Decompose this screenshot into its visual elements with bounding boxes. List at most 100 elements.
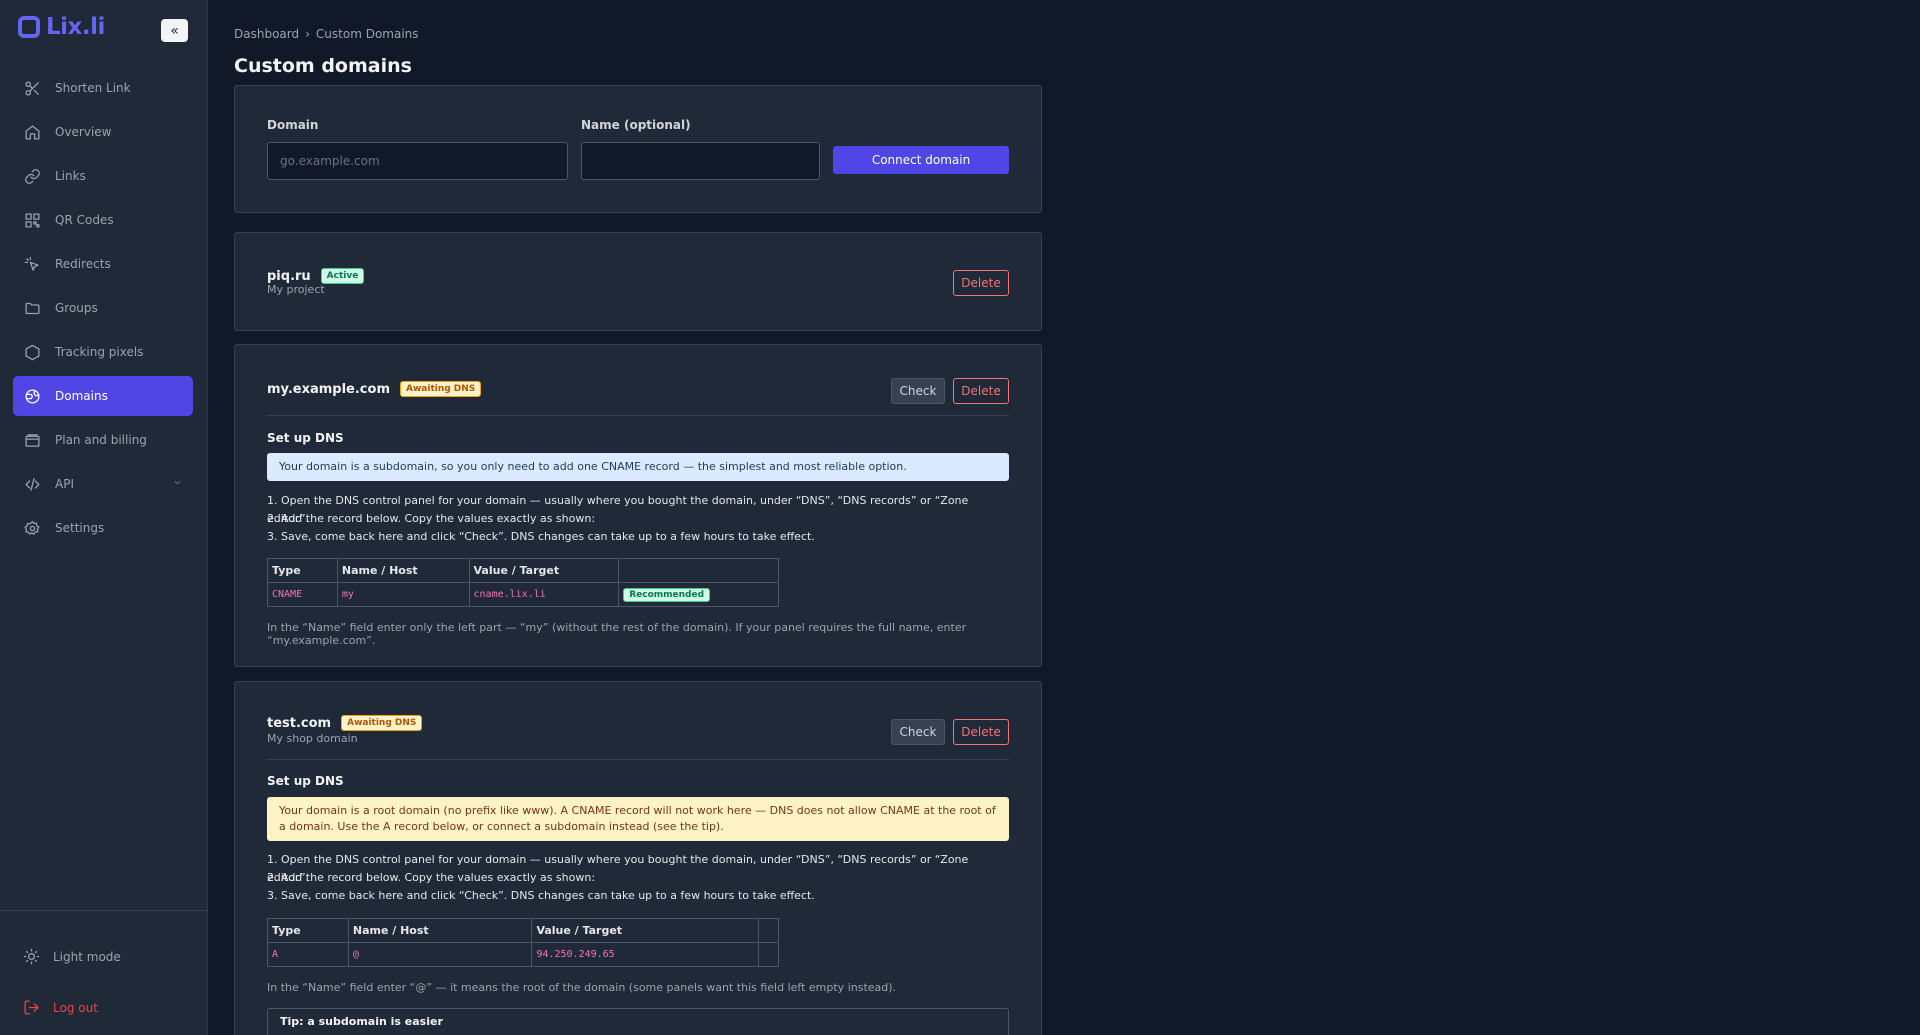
setup-step: 2. Add the record below. Copy the values… [267, 871, 596, 884]
light-mode-label: Light mode [53, 949, 121, 964]
column-header: Type [267, 918, 349, 943]
wallet-icon [23, 431, 41, 449]
qr-code-icon [23, 211, 41, 229]
domain-name: my.example.com [267, 382, 390, 397]
sidebar-item-label: Domains [55, 389, 108, 403]
domain-description: My shop domain [267, 732, 358, 745]
setup-steps: 1. Open the DNS control panel for your d… [267, 492, 1009, 546]
domain-card: piq.ru Active My project Delete [234, 232, 1042, 331]
dns-records-table: Type Name / Host Value / Target A @ 94.2… [267, 918, 779, 967]
column-header [618, 558, 779, 583]
host-note: In the “Name” field enter only the left … [267, 621, 967, 647]
sidebar-item-links[interactable]: Links [13, 156, 193, 196]
recommended-badge: Recommended [623, 587, 711, 602]
column-header: Name / Host [336, 558, 470, 583]
scissors-icon [23, 79, 41, 97]
setup-step: 2. Add the record below. Copy the values… [267, 512, 596, 525]
record-value[interactable]: cname.lix.li [468, 582, 620, 607]
sidebar-item-label: Groups [55, 301, 98, 315]
sidebar-item-plan-billing[interactable]: Plan and billing [13, 420, 193, 460]
root-domain-warning: Your domain is a root domain (no prefix … [267, 797, 1009, 841]
home-icon [23, 123, 41, 141]
sidebar-item-api[interactable]: API [13, 464, 193, 504]
table-row: A @ 94.250.249.65 [267, 942, 779, 967]
logout-label: Log out [53, 1000, 98, 1015]
domain-name-row: my.example.com Awaiting DNS [267, 381, 482, 397]
name-input[interactable] [581, 142, 820, 180]
record-type[interactable]: A [267, 942, 349, 967]
code-icon [23, 475, 41, 493]
sidebar-item-label: Redirects [55, 257, 111, 271]
tip-title: Tip: a subdomain is easier [280, 1015, 443, 1028]
domain-name: test.com [267, 716, 332, 731]
sidebar-item-tracking-pixels[interactable]: Tracking pixels [13, 332, 193, 372]
delete-button[interactable]: Delete [953, 270, 1009, 296]
hexagon-icon [23, 343, 41, 361]
brand-logo[interactable]: Lix.li [18, 14, 105, 40]
logo-mark-icon [18, 16, 40, 38]
connect-domain-button[interactable]: Connect domain [833, 146, 1009, 174]
connect-domain-form: Domain Name (optional) Connect domain [234, 85, 1042, 213]
sidebar-item-label: Links [55, 169, 86, 183]
light-mode-toggle[interactable]: Light mode [23, 948, 121, 965]
logout-button[interactable]: Log out [23, 999, 98, 1016]
breadcrumb-root[interactable]: Dashboard [234, 27, 299, 41]
column-header: Value / Target [468, 558, 620, 583]
record-type[interactable]: CNAME [267, 582, 338, 607]
status-badge: Awaiting DNS [400, 381, 482, 397]
sidebar-item-settings[interactable]: Settings [13, 508, 193, 548]
record-value[interactable]: 94.250.249.65 [531, 942, 760, 967]
sidebar-item-groups[interactable]: Groups [13, 288, 193, 328]
setup-step: 1. Open the DNS control panel for your d… [267, 853, 969, 884]
sidebar-nav: Shorten Link Overview Links QR Codes Red… [13, 68, 193, 552]
logout-icon [24, 1000, 39, 1015]
column-header: Value / Target [531, 918, 760, 943]
sidebar-item-shorten-link[interactable]: Shorten Link [13, 68, 193, 108]
brand-name: Lix.li [46, 14, 105, 40]
domain-input[interactable] [267, 142, 568, 180]
cursor-click-icon [23, 255, 41, 273]
column-header: Type [267, 558, 338, 583]
breadcrumb-separator: › [305, 27, 310, 41]
table-header-row: Type Name / Host Value / Target [267, 558, 779, 583]
domain-name: piq.ru [267, 269, 311, 284]
check-button[interactable]: Check [891, 719, 945, 745]
sidebar-item-label: Settings [55, 521, 105, 535]
subdomain-tip: Tip: a subdomain is easier [267, 1008, 1009, 1035]
gear-icon [23, 519, 41, 537]
sun-icon [23, 948, 40, 965]
check-button[interactable]: Check [891, 378, 945, 404]
domain-field-label: Domain [267, 118, 319, 132]
domain-name-row: test.com Awaiting DNS [267, 715, 423, 731]
delete-button[interactable]: Delete [953, 719, 1009, 745]
setup-steps: 1. Open the DNS control panel for your d… [267, 851, 1009, 905]
sidebar-item-label: Tracking pixels [55, 345, 144, 359]
sidebar-item-domains[interactable]: Domains [13, 376, 193, 416]
sidebar-item-redirects[interactable]: Redirects [13, 244, 193, 284]
domain-description: My project [267, 283, 325, 296]
divider [267, 415, 1009, 416]
setup-step: 3. Save, come back here and click “Check… [267, 530, 815, 543]
collapse-sidebar-button[interactable]: « [161, 19, 188, 42]
record-badge-cell: Recommended [618, 582, 779, 607]
record-host[interactable]: my [336, 582, 470, 607]
sidebar-footer: Light mode Log out [0, 910, 208, 1015]
record-host[interactable]: @ [347, 942, 533, 967]
column-header [758, 918, 779, 943]
column-header: Name / Host [347, 918, 533, 943]
sidebar-item-overview[interactable]: Overview [13, 112, 193, 152]
domain-card: test.com Awaiting DNS My shop domain Chec… [234, 681, 1042, 1035]
sidebar-item-qr-codes[interactable]: QR Codes [13, 200, 193, 240]
sidebar: Lix.li « Shorten Link Overview Links QR … [0, 0, 208, 1035]
sidebar-item-label: Plan and billing [55, 433, 147, 447]
delete-button[interactable]: Delete [953, 378, 1009, 404]
dns-records-table: Type Name / Host Value / Target CNAME my… [267, 558, 779, 607]
name-field-label: Name (optional) [581, 118, 691, 132]
chevron-down-icon[interactable] [172, 477, 183, 491]
table-row: CNAME my cname.lix.li Recommended [267, 582, 779, 607]
page-title: Custom domains [234, 55, 412, 77]
breadcrumb-current: Custom Domains [315, 27, 419, 41]
sidebar-item-label: Shorten Link [55, 81, 131, 95]
folder-icon [23, 299, 41, 317]
host-note: In the “Name” field enter “@” — it means… [267, 981, 897, 994]
